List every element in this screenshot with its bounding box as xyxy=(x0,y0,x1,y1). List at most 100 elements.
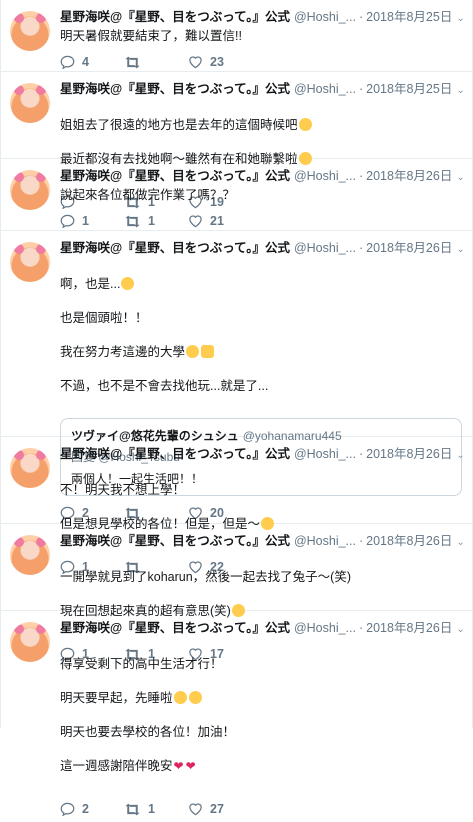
like-button[interactable]: 27 xyxy=(188,802,252,816)
heart-icon xyxy=(189,803,202,816)
reply-icon xyxy=(60,802,75,816)
user-handle[interactable]: @Hoshi_... xyxy=(294,81,356,97)
tweet-header: 星野海咲@『星野、目をつぶって。』公式 @Hoshi_... · 2018年8月… xyxy=(60,620,465,638)
tweet[interactable]: 星野海咲@『星野、目をつぶって。』公式 @Hoshi_... · 2018年8月… xyxy=(1,159,472,231)
steam-face-emoji-icon xyxy=(186,345,200,358)
tweet-header: 星野海咲@『星野、目をつぶって。』公式 @Hoshi_... · 2018年8月… xyxy=(60,446,465,464)
timestamp[interactable]: 2018年8月25日 xyxy=(366,81,452,97)
tweet-line: 我在努力考這邊的大學 xyxy=(60,345,186,359)
reply-button[interactable]: 1 xyxy=(60,214,124,228)
avatar[interactable] xyxy=(10,11,50,51)
relieved-emoji-icon xyxy=(188,691,202,704)
heart-icon xyxy=(189,56,202,69)
avatar[interactable] xyxy=(10,242,50,282)
tweet-line: 說起來各位都做完作業了嗎？？ xyxy=(60,188,236,202)
timestamp[interactable]: 2018年8月26日 xyxy=(366,168,452,184)
display-name[interactable]: 星野海咲@『星野、目をつぶって。』公式 xyxy=(60,81,290,97)
timeline: 星野海咲@『星野、目をつぶって。』公式 @Hoshi_... · 2018年8月… xyxy=(0,0,473,816)
timestamp[interactable]: 2018年8月26日 xyxy=(366,620,452,636)
separator-dot: · xyxy=(358,82,364,96)
tweet-line: 這一週感謝陪伴晚安 xyxy=(60,759,173,773)
tweet-line: 不！明天我不想上學！ xyxy=(60,483,186,497)
tweet-line: 啊，也是... xyxy=(60,277,121,291)
tweet-line: 得享受剩下的高中生活才行！ xyxy=(60,657,223,671)
retweet-count: 1 xyxy=(148,802,155,816)
reply-icon xyxy=(60,55,75,69)
user-handle[interactable]: @Hoshi_... xyxy=(294,240,356,256)
display-name[interactable]: 星野海咲@『星野、目をつぶって。』公式 xyxy=(60,620,290,636)
user-handle[interactable]: @Hoshi_... xyxy=(294,9,356,25)
reply-button[interactable]: 2 xyxy=(60,802,124,816)
tweet-header: 星野海咲@『星野、目をつぶって。』公式 @Hoshi_... · 2018年8月… xyxy=(60,240,465,258)
tweet-header: 星野海咲@『星野、目をつぶって。』公式 @Hoshi_... · 2018年8月… xyxy=(60,81,465,99)
tweet-text: 明天暑假就要結束了，難以置信!! xyxy=(60,28,462,45)
avatar[interactable] xyxy=(10,170,50,210)
tweet-header: 星野海咲@『星野、目をつぶって。』公式 @Hoshi_... · 2018年8月… xyxy=(60,168,465,186)
tweet-line: 不過，也不是不會去找他玩...就是了... xyxy=(60,379,269,393)
tweet-header: 星野海咲@『星野、目をつぶって。』公式 @Hoshi_... · 2018年8月… xyxy=(60,9,465,27)
avatar[interactable] xyxy=(10,83,50,123)
separator-dot: · xyxy=(358,241,364,255)
display-name[interactable]: 星野海咲@『星野、目をつぶって。』公式 xyxy=(60,446,290,462)
timestamp[interactable]: 2018年8月26日 xyxy=(366,240,452,256)
flushed-emoji-icon xyxy=(121,277,135,290)
tweet[interactable]: 星野海咲@『星野、目をつぶって。』公式 @Hoshi_... · 2018年8月… xyxy=(1,437,472,574)
separator-dot: · xyxy=(358,621,364,635)
tweet-text: 得享受剩下的高中生活才行！ 明天要早起，先睡啦 明天也要去學校的各位！加油！ 這… xyxy=(60,639,462,792)
chevron-down-icon[interactable]: ⌄ xyxy=(452,11,464,27)
display-name[interactable]: 星野海咲@『星野、目をつぶって。』公式 xyxy=(60,533,290,549)
retweet-button[interactable]: 1 xyxy=(124,802,188,816)
chevron-down-icon[interactable]: ⌄ xyxy=(452,170,464,186)
chevron-down-icon[interactable]: ⌄ xyxy=(452,242,464,258)
user-handle[interactable]: @Hoshi_... xyxy=(294,620,356,636)
retweet-button[interactable]: 1 xyxy=(124,214,188,228)
tweet[interactable]: 星野海咲@『星野、目をつぶって。』公式 @Hoshi_... · 2018年8月… xyxy=(1,611,472,816)
timestamp[interactable]: 2018年8月25日 xyxy=(366,9,452,25)
chevron-down-icon[interactable]: ⌄ xyxy=(452,448,464,464)
display-name[interactable]: 星野海咲@『星野、目をつぶって。』公式 xyxy=(60,240,290,256)
user-handle[interactable]: @Hoshi_... xyxy=(294,446,356,462)
thumbs-up-emoji-icon xyxy=(201,345,215,358)
retweet-button[interactable] xyxy=(124,56,188,69)
like-button[interactable]: 23 xyxy=(188,55,252,69)
display-name[interactable]: 星野海咲@『星野、目をつぶって。』公式 xyxy=(60,168,290,184)
like-count: 27 xyxy=(210,802,224,816)
tweet[interactable]: 星野海咲@『星野、目をつぶって。』公式 @Hoshi_... · 2018年8月… xyxy=(1,524,472,661)
relieved-emoji-icon xyxy=(173,691,187,704)
retweet-count: 1 xyxy=(148,214,155,228)
tweet[interactable]: 星野海咲@『星野、目をつぶって。』公式 @Hoshi_... · 2018年8月… xyxy=(1,72,472,209)
tweet-line: 姐姐去了很遠的地方也是去年的這個時候吧 xyxy=(60,118,298,132)
tweet-line: 明天暑假就要結束了，難以置信!! xyxy=(60,29,242,43)
avatar[interactable] xyxy=(10,535,50,575)
separator-dot: · xyxy=(358,534,364,548)
chevron-down-icon[interactable]: ⌄ xyxy=(452,535,464,551)
separator-dot: · xyxy=(358,447,364,461)
like-button[interactable]: 21 xyxy=(188,214,252,228)
display-name[interactable]: 星野海咲@『星野、目をつぶって。』公式 xyxy=(60,9,290,25)
user-handle[interactable]: @Hoshi_... xyxy=(294,533,356,549)
relieved-emoji-icon xyxy=(298,118,312,131)
avatar[interactable] xyxy=(10,448,50,488)
chevron-down-icon[interactable]: ⌄ xyxy=(452,83,464,99)
tweet[interactable]: 星野海咲@『星野、目をつぶって。』公式 @Hoshi_... · 2018年8月… xyxy=(1,231,472,520)
separator-dot: · xyxy=(358,169,364,183)
like-count: 21 xyxy=(210,214,224,228)
tweet-line: 明天要早起，先睡啦 xyxy=(60,691,173,705)
heart-icon xyxy=(189,215,202,228)
user-handle[interactable]: @Hoshi_... xyxy=(294,168,356,184)
timestamp[interactable]: 2018年8月26日 xyxy=(366,533,452,549)
reply-button[interactable]: 4 xyxy=(60,55,124,69)
tweet-header: 星野海咲@『星野、目をつぶって。』公式 @Hoshi_... · 2018年8月… xyxy=(60,533,465,551)
tweet-actions: 2 1 27 xyxy=(60,796,462,822)
retweet-icon xyxy=(125,56,140,68)
timestamp[interactable]: 2018年8月26日 xyxy=(366,446,452,462)
chevron-down-icon[interactable]: ⌄ xyxy=(452,622,464,638)
separator-dot: · xyxy=(358,10,364,24)
avatar[interactable] xyxy=(10,622,50,662)
like-count: 23 xyxy=(210,55,224,69)
tweet-line: 也是個頭啦！！ xyxy=(60,311,148,325)
reply-count: 2 xyxy=(82,802,89,816)
tweet[interactable]: 星野海咲@『星野、目をつぶって。』公式 @Hoshi_... · 2018年8月… xyxy=(1,0,472,72)
two-hearts-emoji-icon: ❤ xyxy=(185,759,196,773)
reply-count: 1 xyxy=(82,214,89,228)
